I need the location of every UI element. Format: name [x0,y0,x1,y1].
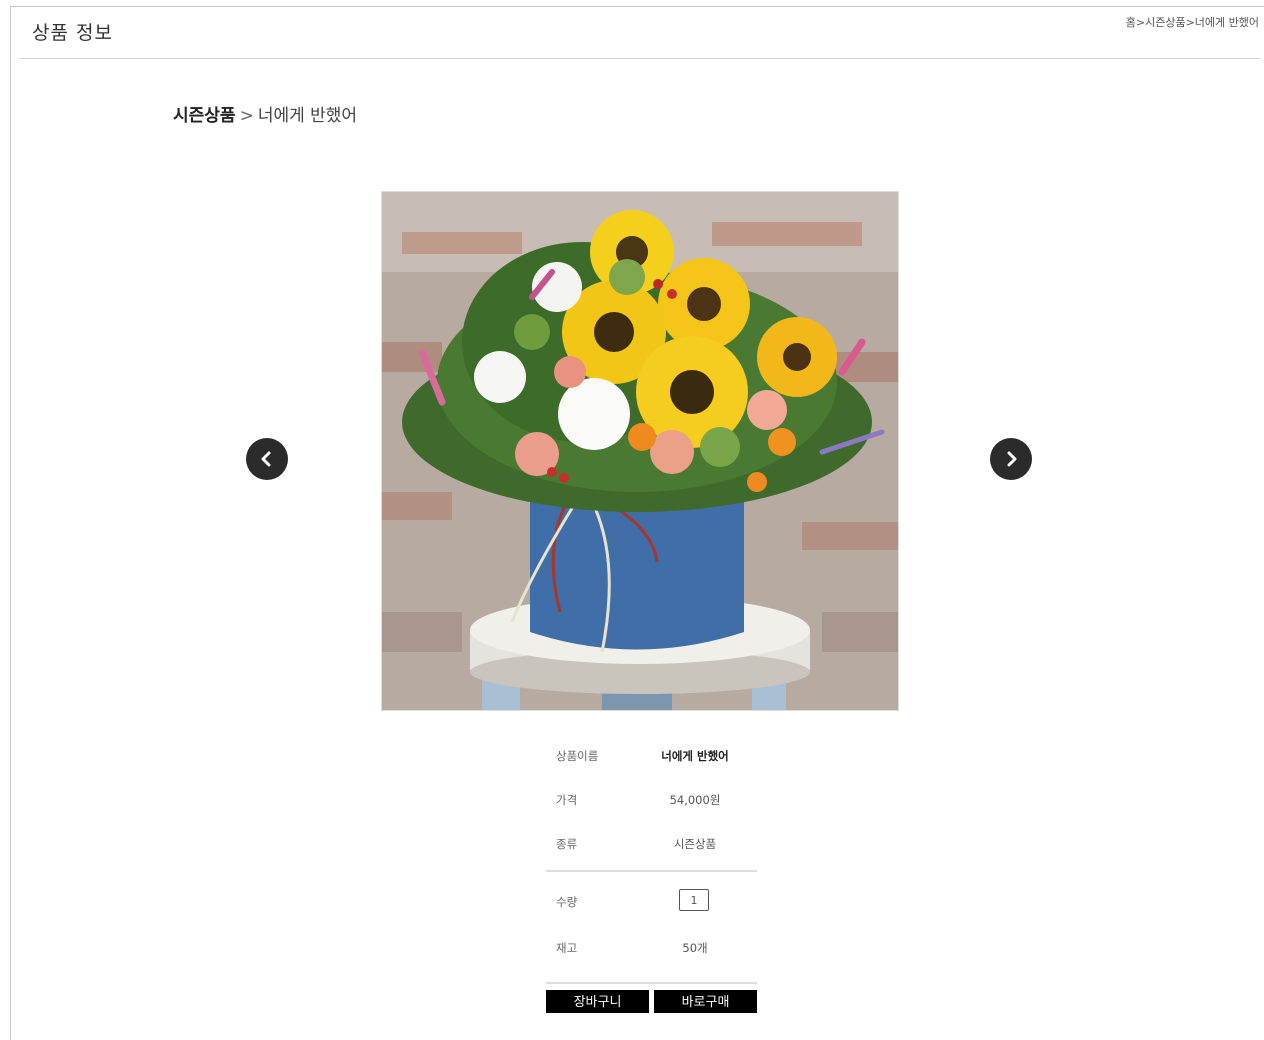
product-info: 상품이름 너에게 반했어 가격 54,000원 종류 시즌상품 수량 재고 50… [546,732,757,984]
breadcrumb-category[interactable]: 시즌상품 [173,106,236,126]
chevron-right-icon [1007,451,1017,467]
top-breadcrumb: 홈>시즌상품>너에게 반했어 [1125,16,1259,29]
stock-label: 재고 [556,941,578,955]
stock-value: 50개 [682,941,708,955]
info-divider-2 [546,982,757,984]
price-label: 가격 [556,793,578,807]
page-title: 상품 정보 [32,22,113,44]
chevron-left-icon [261,451,271,467]
info-row-stock: 재고 50개 [546,932,757,976]
info-row-name: 상품이름 너에게 반했어 [546,732,757,776]
info-row-type: 종류 시즌상품 [546,820,757,864]
quantity-label: 수량 [556,895,578,909]
breadcrumb-separator: > [239,106,254,126]
product-photo [381,191,899,711]
breadcrumb-item: 너에게 반했어 [257,106,358,126]
quantity-input[interactable] [679,889,709,911]
info-row-quantity: 수량 [546,872,757,932]
carousel-prev-button[interactable] [246,438,288,480]
type-value: 시즌상품 [673,837,717,851]
breadcrumb: 시즌상품 > 너에게 반했어 [173,101,357,126]
header-divider [19,58,1260,59]
info-row-price: 가격 54,000원 [546,776,757,820]
price-value: 54,000원 [669,793,721,807]
add-to-cart-button[interactable]: 장바구니 [546,990,649,1013]
type-label: 종류 [556,837,578,851]
carousel-next-button[interactable] [990,438,1032,480]
name-value: 너에게 반했어 [661,749,729,763]
name-label: 상품이름 [556,749,599,763]
buy-now-button[interactable]: 바로구매 [654,990,757,1013]
action-buttons: 장바구니 바로구매 [546,990,757,1014]
